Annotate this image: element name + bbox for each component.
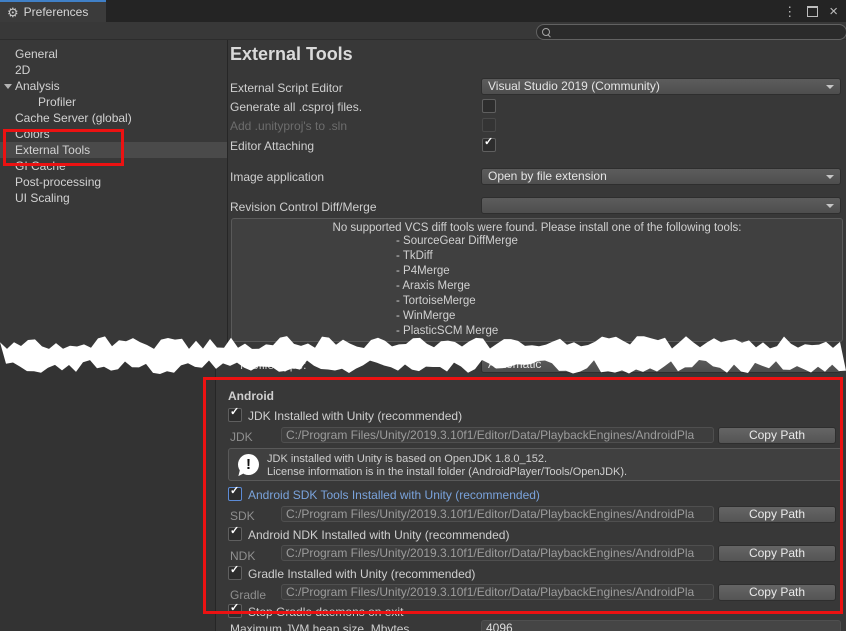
sidebar-item-gi-cache[interactable]: GI Cache bbox=[0, 158, 227, 174]
jdk-field-label: JDK bbox=[230, 430, 253, 444]
jdk-copy-path-button[interactable]: Copy Path bbox=[718, 427, 836, 444]
vcs-tool-item: - TortoiseMerge bbox=[396, 294, 842, 309]
sidebar-item-profiler[interactable]: Profiler bbox=[0, 94, 227, 110]
search-icon bbox=[542, 28, 550, 36]
stop-gradle-daemons-label: Stop Gradle daemons on exit bbox=[248, 605, 403, 619]
vcs-tool-item: - P4Merge bbox=[396, 264, 842, 279]
external-script-editor-label: External Script Editor bbox=[230, 81, 343, 95]
sidebar-divider-bottom bbox=[215, 350, 216, 631]
sdk-field-label: SDK bbox=[230, 509, 255, 523]
image-application-label: Image application bbox=[230, 170, 324, 184]
vcs-tool-item: - WinMerge bbox=[396, 309, 842, 324]
vcs-tool-item: - TkDiff bbox=[396, 249, 842, 264]
gradle-copy-path-button[interactable]: Copy Path bbox=[718, 584, 836, 601]
sidebar-item-general[interactable]: General bbox=[0, 46, 227, 62]
profile-type-label: Profile Type: bbox=[240, 358, 306, 372]
gear-icon: ⚙ bbox=[7, 6, 19, 19]
jdk-installed-label: JDK Installed with Unity (recommended) bbox=[248, 409, 462, 423]
sdk-path-field: C:/Program Files/Unity/2019.3.10f1/Edito… bbox=[281, 506, 714, 522]
sidebar-item-2d[interactable]: 2D bbox=[0, 62, 227, 78]
jvm-heap-label: Maximum JVM heap size, Mbytes bbox=[230, 622, 409, 631]
ndk-path-field: C:/Program Files/Unity/2019.3.10f1/Edito… bbox=[281, 545, 714, 561]
checkmark-icon: ✓ bbox=[230, 486, 239, 497]
sidebar-item-cache-server[interactable]: Cache Server (global) bbox=[0, 110, 227, 126]
stop-gradle-daemons-checkbox[interactable]: ✓ bbox=[228, 604, 242, 618]
sdk-copy-path-button[interactable]: Copy Path bbox=[718, 506, 836, 523]
external-script-editor-dropdown[interactable]: Visual Studio 2019 (Community) bbox=[481, 78, 841, 95]
vcs-tool-item: - Araxis Merge bbox=[396, 279, 842, 294]
info-exclamation-icon: ! bbox=[238, 454, 259, 475]
gradle-path-field: C:/Program Files/Unity/2019.3.10f1/Edito… bbox=[281, 584, 714, 600]
window-menu-icon[interactable]: ⋮ bbox=[783, 5, 796, 18]
ndk-field-label: NDK bbox=[230, 549, 255, 563]
sdk-installed-label: Android SDK Tools Installed with Unity (… bbox=[248, 488, 540, 502]
checkmark-icon: ✓ bbox=[230, 603, 239, 614]
ndk-installed-label: Android NDK Installed with Unity (recomm… bbox=[248, 528, 509, 542]
sidebar-divider bbox=[227, 40, 228, 345]
checkmark-icon: ✓ bbox=[230, 565, 239, 576]
editor-attaching-checkbox[interactable]: ✓ bbox=[482, 138, 496, 152]
checkmark-icon: ✓ bbox=[230, 526, 239, 537]
vcs-tool-item: - SourceGear DiffMerge bbox=[396, 234, 842, 249]
vcs-notice-box: No supported VCS diff tools were found. … bbox=[231, 218, 843, 342]
gradle-installed-checkbox[interactable]: ✓ bbox=[228, 566, 242, 580]
profile-type-dropdown[interactable]: Automatic bbox=[481, 356, 841, 373]
close-icon[interactable]: × bbox=[829, 4, 838, 19]
window-controls: ⋮ × bbox=[783, 0, 838, 22]
tab-title: Preferences bbox=[24, 5, 89, 19]
ndk-copy-path-button[interactable]: Copy Path bbox=[718, 545, 836, 562]
jdk-info-box: ! JDK installed with Unity is based on O… bbox=[228, 448, 843, 481]
sidebar-item-post-processing[interactable]: Post-processing bbox=[0, 174, 227, 190]
checkmark-icon: ✓ bbox=[230, 407, 239, 418]
maximize-icon[interactable] bbox=[807, 6, 818, 17]
jdk-installed-checkbox[interactable]: ✓ bbox=[228, 408, 242, 422]
sidebar-item-external-tools[interactable]: External Tools bbox=[0, 142, 227, 158]
preferences-window: ⚙ Preferences ⋮ × General 2D Analysis Pr… bbox=[0, 0, 846, 631]
jdk-info-line: License information is in the install fo… bbox=[267, 466, 627, 478]
editor-attaching-label: Editor Attaching bbox=[230, 139, 314, 153]
sidebar-item-colors[interactable]: Colors bbox=[0, 126, 227, 142]
jdk-info-line: JDK installed with Unity is based on Ope… bbox=[267, 453, 547, 465]
vcs-notice-intro: No supported VCS diff tools were found. … bbox=[232, 222, 842, 234]
generate-csproj-checkbox[interactable] bbox=[482, 99, 496, 113]
generate-csproj-label: Generate all .csproj files. bbox=[230, 100, 362, 114]
gradle-field-label: Gradle bbox=[230, 588, 266, 602]
jdk-path-field: C:/Program Files/Unity/2019.3.10f1/Edito… bbox=[281, 427, 714, 443]
ndk-installed-checkbox[interactable]: ✓ bbox=[228, 527, 242, 541]
image-application-dropdown[interactable]: Open by file extension bbox=[481, 168, 841, 185]
foldout-arrow-icon[interactable] bbox=[4, 84, 12, 89]
add-unityproj-checkbox bbox=[482, 118, 496, 132]
sidebar-area-bottom bbox=[0, 350, 215, 631]
search-box[interactable] bbox=[536, 24, 846, 40]
titlebar: ⚙ Preferences ⋮ × bbox=[0, 0, 846, 22]
tab-preferences[interactable]: ⚙ Preferences bbox=[0, 0, 106, 22]
android-section-heading: Android bbox=[228, 389, 274, 403]
sidebar-item-analysis[interactable]: Analysis bbox=[0, 78, 227, 94]
add-unityproj-label: Add .unityproj's to .sln bbox=[230, 119, 347, 133]
page-title: External Tools bbox=[230, 44, 353, 65]
checkmark-icon: ✓ bbox=[484, 137, 493, 148]
vcs-tool-item: - PlasticSCM Merge bbox=[396, 324, 842, 339]
toolbar bbox=[0, 22, 846, 40]
search-input[interactable] bbox=[550, 26, 846, 38]
sidebar-item-ui-scaling[interactable]: UI Scaling bbox=[0, 190, 227, 206]
revision-control-label: Revision Control Diff/Merge bbox=[230, 200, 377, 214]
sdk-installed-checkbox[interactable]: ✓ bbox=[228, 487, 242, 501]
gradle-installed-label: Gradle Installed with Unity (recommended… bbox=[248, 567, 475, 581]
revision-control-dropdown[interactable] bbox=[481, 197, 841, 214]
jvm-heap-field[interactable]: 4096 bbox=[481, 620, 841, 631]
